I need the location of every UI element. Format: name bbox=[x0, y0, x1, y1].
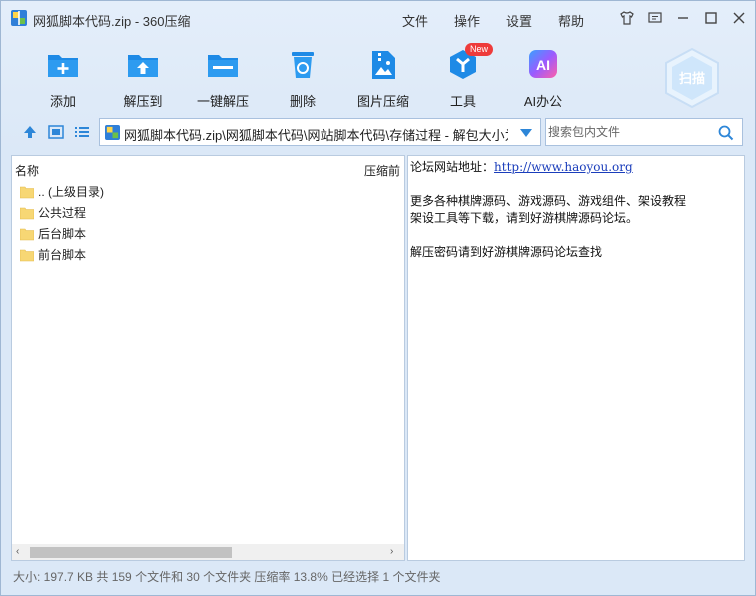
one-click-extract-button[interactable]: 一键解压 bbox=[183, 41, 263, 110]
delete-button[interactable]: 删除 bbox=[263, 41, 343, 110]
app-window: 网狐脚本代码.zip - 360压缩 文件 操作 设置 帮助 添加 解压到 一键… bbox=[0, 0, 756, 596]
new-badge: New bbox=[465, 43, 494, 56]
feedback-button[interactable] bbox=[643, 7, 667, 29]
search-input[interactable] bbox=[547, 120, 707, 144]
ai-icon-text: AI bbox=[536, 57, 550, 73]
list-item-name: 公共过程 bbox=[38, 206, 87, 220]
comment-line-2: 更多各种棋牌源码、游戏源码、游戏组件、架设教程 bbox=[410, 194, 687, 208]
list-item[interactable]: 公共过程 bbox=[12, 202, 402, 223]
file-list: 名称 压缩前 .. (上级目录) 公共过程 后台脚本 前台脚本 ‹ › bbox=[11, 155, 405, 561]
menu-help[interactable]: 帮助 bbox=[545, 11, 597, 30]
window-controls bbox=[611, 7, 751, 29]
window-title: 网狐脚本代码.zip - 360压缩 bbox=[33, 14, 191, 29]
chevron-down-icon[interactable] bbox=[520, 128, 532, 138]
arrow-up-icon bbox=[24, 126, 36, 138]
site-label: 论坛网站地址： bbox=[410, 160, 495, 174]
extract-to-label: 解压到 bbox=[123, 94, 163, 109]
delete-label: 删除 bbox=[289, 94, 316, 109]
folder-icon bbox=[20, 228, 34, 240]
zip-file-icon bbox=[105, 125, 120, 140]
list-view-icon bbox=[75, 127, 89, 137]
add-button[interactable]: 添加 bbox=[23, 41, 103, 110]
extract-to-button[interactable]: 解压到 bbox=[103, 41, 183, 110]
comment-line-4: 解压密码请到好游棋牌源码论坛查找 bbox=[410, 245, 603, 259]
delete-icon bbox=[292, 52, 314, 78]
maximize-button[interactable] bbox=[699, 7, 723, 29]
toolbar: 添加 解压到 一键解压 删除 图片压缩 New 工具 AI AI办公 bbox=[1, 41, 641, 113]
comment-line-3: 架设工具等下载，请到好游棋牌源码论坛。 bbox=[410, 211, 639, 225]
search-icon[interactable] bbox=[718, 125, 734, 141]
image-compress-icon bbox=[372, 51, 395, 79]
list-item-name: 后台脚本 bbox=[38, 227, 87, 241]
close-icon bbox=[733, 12, 745, 24]
column-header: 名称 压缩前 bbox=[12, 156, 404, 180]
extract-to-icon bbox=[128, 55, 158, 77]
list-item-name: .. (上级目录) bbox=[38, 185, 104, 199]
image-compress-label: 图片压缩 bbox=[356, 94, 409, 109]
maximize-icon bbox=[705, 12, 717, 24]
scroll-left-arrow[interactable]: ‹ bbox=[16, 547, 26, 557]
list-item[interactable]: .. (上级目录) bbox=[12, 181, 402, 202]
one-click-extract-label: 一键解压 bbox=[196, 94, 249, 109]
list-item[interactable]: 前台脚本 bbox=[12, 244, 402, 265]
up-button[interactable] bbox=[21, 123, 39, 141]
thumbnail-view-button[interactable] bbox=[47, 123, 65, 141]
close-button[interactable] bbox=[727, 7, 751, 29]
comment-blank bbox=[410, 176, 742, 193]
minimize-icon bbox=[678, 17, 688, 19]
one-click-extract-icon bbox=[208, 55, 238, 77]
archive-comment: 论坛网站地址：http://www.haoyou.org 更多各种棋牌源码、游戏… bbox=[407, 155, 745, 561]
comment-blank bbox=[410, 227, 742, 244]
title-bar: 网狐脚本代码.zip - 360压缩 文件 操作 设置 帮助 bbox=[1, 1, 755, 35]
shirt-icon bbox=[620, 11, 634, 25]
add-label: 添加 bbox=[49, 94, 76, 109]
image-compress-button[interactable]: 图片压缩 bbox=[343, 41, 423, 110]
address-bar[interactable]: 网狐脚本代码.zip\网狐脚本代码\网站脚本代码\存储过程 - 解包大小为 3.… bbox=[99, 118, 541, 146]
list-item-name: 前台脚本 bbox=[38, 248, 87, 262]
scan-button[interactable]: 扫描 bbox=[661, 47, 723, 109]
folder-icon bbox=[20, 207, 34, 219]
ai-office-label: AI办公 bbox=[523, 94, 563, 109]
ai-office-button[interactable]: AI AI办公 bbox=[503, 41, 583, 110]
menu-bar: 文件 操作 设置 帮助 bbox=[389, 11, 597, 30]
column-original-size[interactable]: 压缩前 bbox=[364, 162, 400, 179]
add-icon bbox=[48, 55, 78, 77]
address-path: 网狐脚本代码.zip\网狐脚本代码\网站脚本代码\存储过程 - 解包大小为 3.… bbox=[124, 128, 508, 143]
tools-button[interactable]: New 工具 bbox=[423, 41, 503, 110]
list-view-button[interactable] bbox=[73, 123, 91, 141]
list-item[interactable]: 后台脚本 bbox=[12, 223, 402, 244]
search-box bbox=[545, 118, 743, 146]
column-name[interactable]: 名称 bbox=[15, 162, 39, 179]
horizontal-scrollbar[interactable]: ‹ › bbox=[12, 544, 404, 560]
skin-button[interactable] bbox=[615, 7, 639, 29]
menu-settings[interactable]: 设置 bbox=[493, 11, 545, 30]
thumbnail-view-icon bbox=[48, 125, 64, 139]
nav-icons bbox=[21, 123, 99, 141]
ai-office-icon: AI bbox=[529, 50, 557, 78]
folder-icon bbox=[20, 249, 34, 261]
tools-label: 工具 bbox=[449, 94, 476, 109]
site-link[interactable]: http://www.haoyou.org bbox=[494, 160, 633, 174]
minimize-button[interactable] bbox=[671, 7, 695, 29]
status-bar: 大小: 197.7 KB 共 159 个文件和 30 个文件夹 压缩率 13.8… bbox=[13, 570, 441, 584]
scrollbar-thumb[interactable] bbox=[30, 547, 232, 558]
comment-line-1: 论坛网站地址：http://www.haoyou.org bbox=[410, 159, 742, 176]
folder-icon bbox=[20, 186, 34, 198]
zip-app-icon bbox=[11, 10, 27, 26]
menu-operate[interactable]: 操作 bbox=[441, 11, 493, 30]
scroll-right-arrow[interactable]: › bbox=[390, 547, 400, 557]
scan-label: 扫描 bbox=[679, 71, 705, 87]
message-icon bbox=[648, 12, 662, 23]
scan-shield-icon: 扫描 bbox=[665, 47, 719, 109]
menu-file[interactable]: 文件 bbox=[389, 11, 441, 30]
